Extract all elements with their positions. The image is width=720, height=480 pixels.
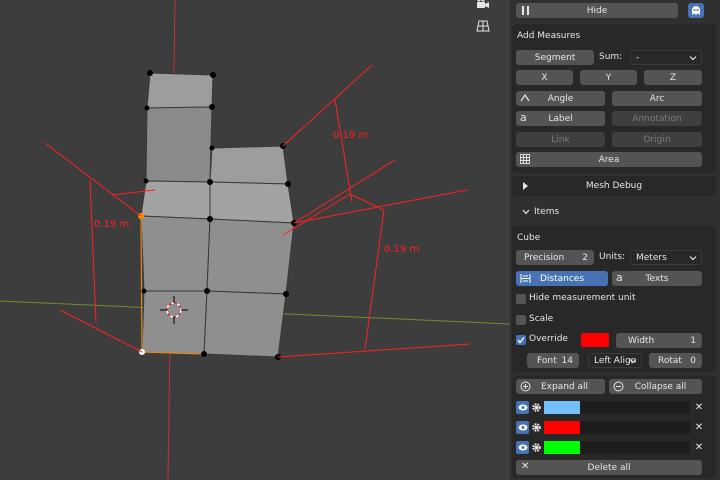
label-button-label: Label [548,113,573,124]
measure-row[interactable]: ✕ [516,440,706,455]
hide-button-label: Hide [586,5,608,16]
measure-color-swatch[interactable] [544,401,580,414]
angle-icon [520,94,530,102]
ghost-icon [692,6,700,15]
add-measures-title: Add Measures [517,31,581,41]
units-label: Units: [599,252,626,262]
object-name: Cube [517,233,541,243]
measure-label-left: 0.19 m [94,219,130,230]
3d-viewport[interactable]: 0.19 m 0.19 m 0.19 m [0,0,510,480]
hide-unit-checkbox[interactable] [516,294,526,304]
hide-unit-label: Hide measurement unit [529,293,636,303]
blender-window: 0.19 m 0.19 m 0.19 m Hide Add Measures S… [0,0,720,480]
scale-checkbox[interactable] [516,315,526,325]
items-header[interactable]: Items [512,202,716,222]
link-button[interactable]: Link [516,132,605,147]
y-button[interactable]: Y [580,70,637,85]
distance-icon [520,274,531,283]
sum-label: Sum: [599,52,623,62]
measure-color-swatch[interactable] [544,441,580,454]
collapse-all-button[interactable]: Collapse all [609,379,702,394]
measure-label-right: 0.19 m [384,244,420,255]
check-icon [517,337,525,344]
units-select[interactable]: Meters [630,250,702,265]
angle-button[interactable]: Angle [516,91,605,106]
measure-row[interactable]: ✕ [516,420,706,435]
width-value: 1 [690,335,696,346]
precision-value: 2 [582,252,588,263]
chevron-down-icon [689,256,697,261]
measure-color-swatch[interactable] [544,421,580,434]
minus-circle-icon [613,381,624,392]
sum-select[interactable]: - [630,50,702,65]
chevron-down-icon [522,209,530,215]
font-size-value: 14 [561,355,573,366]
font-icon: a [616,271,623,284]
viewport-canvas[interactable] [0,0,510,480]
remove-measure-button[interactable]: ✕ [692,420,706,435]
scale-label: Scale [529,314,554,324]
plus-circle-icon [520,381,531,392]
eye-icon[interactable] [516,441,529,454]
x-button[interactable]: X [516,70,573,85]
eye-icon[interactable] [516,421,529,434]
arc-button[interactable]: Arc [612,91,702,106]
font-size-field[interactable]: Font 14 [527,353,579,368]
texts-tab[interactable]: a Texts [612,271,702,286]
measure-row[interactable]: ✕ [516,400,706,415]
mesh-debug-label: Mesh Debug [585,181,643,191]
area-label: Area [598,154,620,165]
eye-icon[interactable] [516,401,529,414]
override-checkbox[interactable] [516,335,526,345]
cube-mesh [140,72,295,358]
override-color-swatch[interactable] [581,333,609,347]
texts-label: Texts [645,273,669,284]
align-select[interactable]: Left Align [588,353,642,368]
override-label: Override [529,334,568,344]
font-icon: a [520,111,527,124]
gear-icon[interactable] [530,421,543,434]
measure-color-bar[interactable] [544,401,690,414]
grid-icon[interactable] [476,20,492,36]
expand-all-button[interactable]: Expand all [516,379,605,394]
area-button[interactable]: Area [516,152,702,167]
sum-select-value: - [636,52,640,63]
origin-button[interactable]: Origin [612,132,702,147]
gear-icon[interactable] [530,441,543,454]
measure-color-bar[interactable] [544,421,690,434]
distances-tab[interactable]: Distances [516,271,608,286]
chevron-down-icon [689,56,697,61]
z-button[interactable]: Z [644,70,702,85]
segment-button[interactable]: Segment [516,50,594,65]
rotation-field[interactable]: Rotat 0 [649,353,702,368]
chevron-down-icon [629,359,637,364]
angle-label: Angle [547,93,574,104]
precision-field[interactable]: Precision 2 [516,250,594,265]
camera-icon[interactable] [476,0,492,14]
items-header-label: Items [534,207,560,217]
mesh-debug-header[interactable]: Mesh Debug [512,176,716,196]
delete-all-button[interactable]: ✕ Delete all [516,460,702,475]
measure-label-top: 0.19 m [333,130,369,141]
gear-icon[interactable] [530,401,543,414]
close-icon: ✕ [521,461,530,472]
rotation-value: 0 [690,355,696,366]
pause-button[interactable]: Hide [516,3,678,18]
grid-area-icon [520,154,530,164]
pause-icon [522,6,529,15]
remove-measure-button[interactable]: ✕ [692,400,706,415]
collapse-all-label: Collapse all [634,381,687,392]
width-field[interactable]: Width 1 [616,333,702,348]
remove-measure-button[interactable]: ✕ [692,440,706,455]
sidebar-panel: Hide Add Measures Segment Sum: - X Y Z A… [510,0,720,480]
units-select-value: Meters [636,252,667,263]
width-label: Width [628,335,655,346]
distances-label: Distances [539,273,585,284]
annotation-button[interactable]: Annotation [612,111,702,126]
measure-color-bar[interactable] [544,441,690,454]
delete-all-label: Delete all [587,462,631,473]
label-button[interactable]: a Label [516,111,605,126]
ghost-toggle-button[interactable] [688,3,704,18]
expand-all-label: Expand all [540,381,589,392]
